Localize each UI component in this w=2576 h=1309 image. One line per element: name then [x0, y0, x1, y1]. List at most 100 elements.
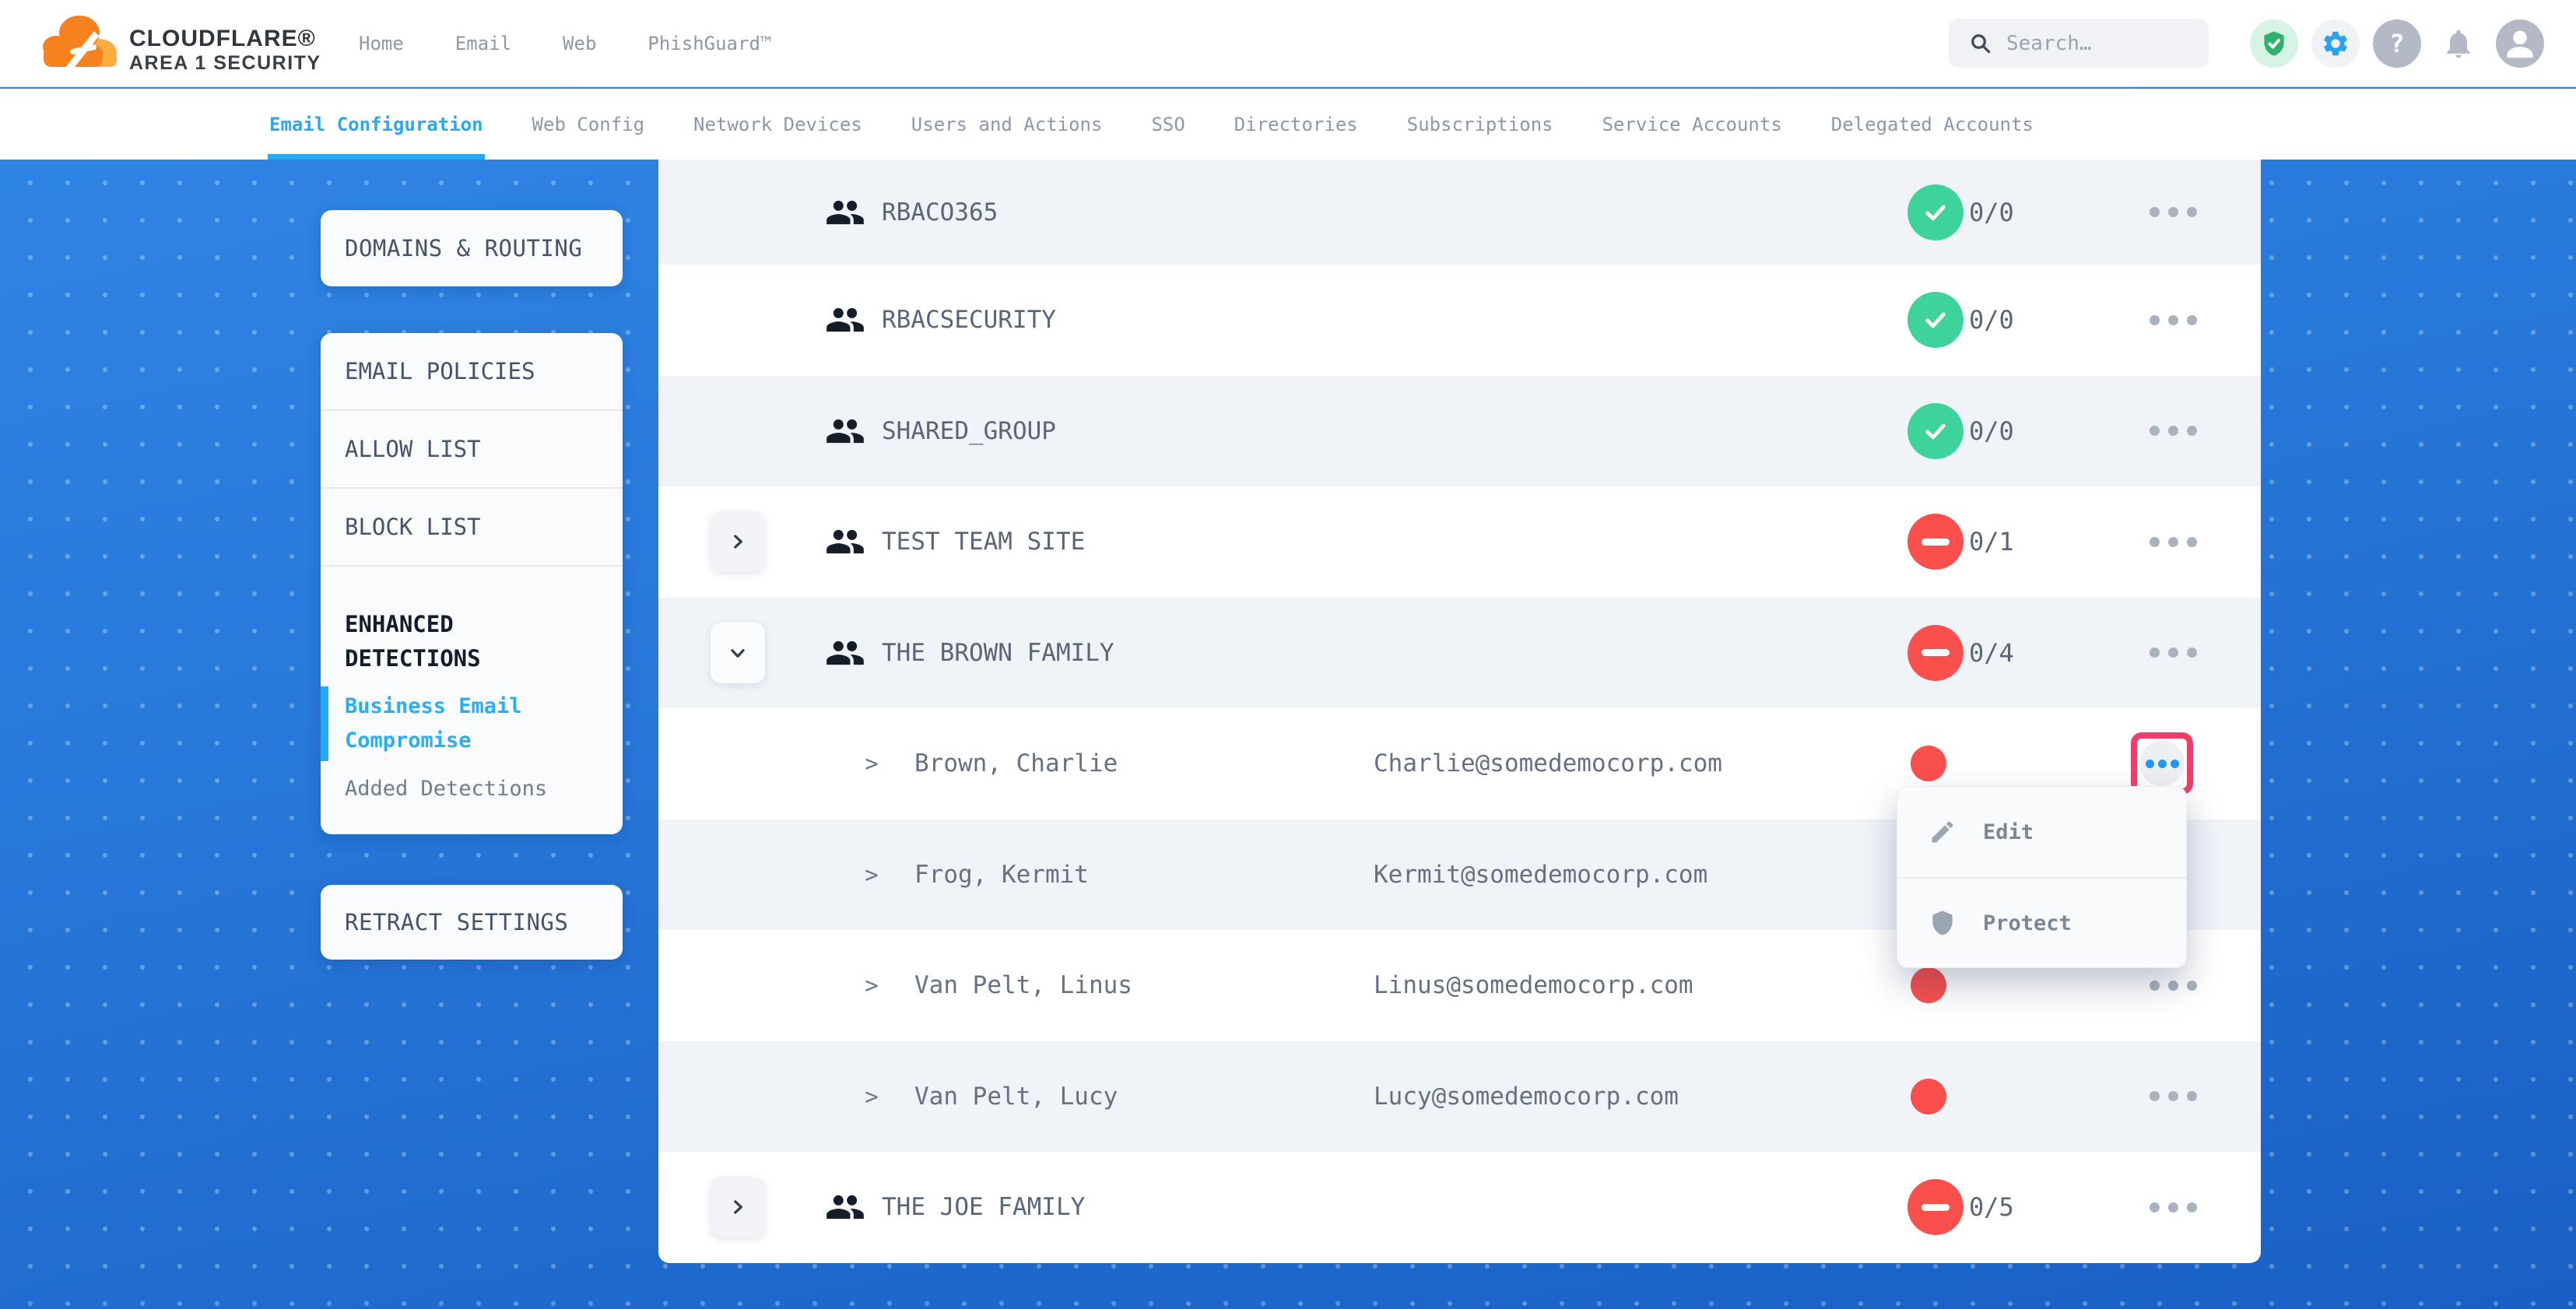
- member-name: Van Pelt, Lucy: [914, 1083, 1118, 1111]
- tab-web-config[interactable]: Web Config: [532, 89, 645, 160]
- group-people-icon: [825, 633, 865, 673]
- nav-home[interactable]: Home: [359, 33, 404, 54]
- tab-directories[interactable]: Directories: [1234, 89, 1358, 160]
- status-badge-blocked: [1907, 514, 1964, 570]
- status-badge-blocked: [1907, 1179, 1964, 1235]
- table-row-group-test-team-site[interactable]: TEST TEAM SITE 0/1: [658, 486, 2261, 598]
- member-caret-icon: >: [855, 1083, 889, 1110]
- sidebar-item-email-policies[interactable]: EMAIL POLICIES: [321, 333, 623, 411]
- sidebar-item-retract-settings[interactable]: RETRACT SETTINGS: [321, 909, 568, 935]
- settings-gear-icon[interactable]: [2311, 19, 2360, 68]
- sidebar-section-enhanced-detections: ENHANCED DETECTIONS Business Email Compr…: [321, 567, 623, 834]
- brand-subtitle: AREA 1 SECURITY: [129, 51, 321, 75]
- group-name: SHARED_GROUP: [882, 417, 1056, 445]
- primary-nav: Home Email Web PhishGuard™: [359, 0, 771, 87]
- expand-row-button[interactable]: [711, 511, 765, 572]
- header-icon-row: ?: [2250, 0, 2544, 87]
- chevron-right-icon: [728, 532, 748, 552]
- row-menu-button[interactable]: [2136, 189, 2210, 236]
- account-avatar-icon[interactable]: [2496, 19, 2544, 68]
- flagged-dot: [1911, 1079, 1946, 1114]
- group-people-icon: [825, 1187, 865, 1227]
- cloudflare-cloud-icon: [39, 6, 121, 81]
- tab-users-and-actions[interactable]: Users and Actions: [911, 89, 1103, 160]
- member-caret-icon: >: [855, 750, 889, 777]
- menu-item-edit[interactable]: Edit: [1897, 787, 2186, 877]
- tab-service-accounts[interactable]: Service Accounts: [1602, 89, 1782, 160]
- group-name: RBACO365: [882, 198, 998, 226]
- group-name: THE BROWN FAMILY: [882, 639, 1114, 667]
- search-input[interactable]: [2006, 32, 2178, 55]
- status-badge-protected: [1907, 184, 1964, 240]
- sidebar-item-block-list[interactable]: BLOCK LIST: [321, 489, 623, 567]
- sidebar-item-added-detections[interactable]: Added Detections: [345, 775, 599, 803]
- tab-email-configuration[interactable]: Email Configuration: [269, 89, 483, 160]
- collapse-row-button[interactable]: [711, 623, 765, 683]
- row-menu-button[interactable]: [2136, 1073, 2210, 1120]
- table-row-group-shared-group[interactable]: SHARED_GROUP 0/0: [658, 376, 2261, 487]
- group-name: RBACSECURITY: [882, 306, 1056, 334]
- row-menu-button[interactable]: [2136, 1184, 2210, 1230]
- nav-email[interactable]: Email: [455, 33, 511, 54]
- protection-count: 0/1: [1969, 527, 2014, 556]
- table-row-group-the-brown-family[interactable]: THE BROWN FAMILY 0/4: [658, 598, 2261, 709]
- member-caret-icon: >: [855, 972, 889, 998]
- sidebar-item-allow-list[interactable]: ALLOW LIST: [321, 411, 623, 489]
- group-people-icon: [825, 192, 865, 233]
- row-menu-button[interactable]: [2136, 630, 2210, 676]
- shield-check-icon[interactable]: [2250, 19, 2298, 68]
- nav-phishguard[interactable]: PhishGuard™: [648, 33, 771, 54]
- member-name: Van Pelt, Linus: [914, 971, 1132, 999]
- table-row-group-the-joe-family[interactable]: THE JOE FAMILY 0/5: [658, 1152, 2261, 1263]
- secondary-nav: Email Configuration Web Config Network D…: [0, 89, 2576, 160]
- status-badge-blocked: [1907, 625, 1964, 681]
- help-icon[interactable]: ?: [2373, 19, 2421, 68]
- status-badge-protected: [1907, 292, 1964, 348]
- tab-network-devices[interactable]: Network Devices: [693, 89, 862, 160]
- more-options-icon: [2139, 741, 2185, 786]
- top-header: CLOUDFLARE® AREA 1 SECURITY Home Email W…: [0, 0, 2576, 87]
- sidebar-card-domains-routing[interactable]: DOMAINS & ROUTING: [321, 210, 623, 286]
- menu-item-protect[interactable]: Protect: [1897, 877, 2186, 967]
- member-email: Charlie@somedemocorp.com: [1374, 749, 1722, 777]
- group-people-icon: [825, 300, 865, 340]
- member-name: Frog, Kermit: [914, 861, 1089, 889]
- table-row-member-van-pelt-lucy[interactable]: > Van Pelt, Lucy Lucy@somedemocorp.com: [658, 1041, 2261, 1153]
- group-name: THE JOE FAMILY: [882, 1193, 1085, 1221]
- table-row-group-rbacsecurity[interactable]: RBACSECURITY 0/0: [658, 265, 2261, 376]
- sidebar-card-email-policies: EMAIL POLICIES ALLOW LIST BLOCK LIST ENH…: [321, 333, 623, 834]
- pencil-icon: [1928, 818, 1957, 846]
- table-row-group-rbaco365[interactable]: RBACO365 0/0: [658, 160, 2261, 265]
- expand-row-button[interactable]: [711, 1177, 765, 1237]
- directory-table: RBACO365 0/0 RBACSECURITY 0/0 SHARED_G: [658, 160, 2261, 1263]
- status-badge-protected: [1907, 403, 1964, 459]
- sidebar-item-business-email-compromise[interactable]: Business Email Compromise: [345, 690, 599, 758]
- active-item-accent-bar: [321, 686, 328, 761]
- protection-count: 0/0: [1969, 416, 2014, 446]
- chevron-down-icon: [728, 643, 748, 663]
- notifications-bell-icon[interactable]: [2434, 19, 2483, 68]
- page-background: CLOUDFLARE® AREA 1 SECURITY Home Email W…: [0, 0, 2576, 1309]
- tab-sso[interactable]: SSO: [1151, 89, 1184, 160]
- sidebar-card-retract-settings[interactable]: RETRACT SETTINGS: [321, 885, 623, 960]
- row-menu-button[interactable]: [2136, 962, 2210, 1009]
- search-box[interactable]: [1949, 19, 2209, 68]
- row-menu-button[interactable]: [2136, 408, 2210, 454]
- member-email: Lucy@somedemocorp.com: [1374, 1083, 1679, 1111]
- protection-count: 0/5: [1969, 1192, 2014, 1222]
- search-icon: [1969, 32, 1992, 55]
- cloudflare-logo[interactable]: CLOUDFLARE® AREA 1 SECURITY: [39, 6, 321, 81]
- row-menu-button[interactable]: [2136, 518, 2210, 565]
- member-email: Linus@somedemocorp.com: [1374, 971, 1693, 999]
- nav-web[interactable]: Web: [563, 33, 596, 54]
- tab-delegated-accounts[interactable]: Delegated Accounts: [1831, 89, 2034, 160]
- row-menu-button[interactable]: [2136, 297, 2210, 343]
- sidebar-item-domains-routing[interactable]: DOMAINS & ROUTING: [321, 235, 582, 261]
- member-caret-icon: >: [855, 862, 889, 888]
- row-context-menu: Edit Protect: [1897, 786, 2187, 968]
- group-name: TEST TEAM SITE: [882, 528, 1085, 556]
- tab-subscriptions[interactable]: Subscriptions: [1407, 89, 1553, 160]
- group-people-icon: [825, 411, 865, 451]
- sidebar-item-enhanced-detections[interactable]: ENHANCED DETECTIONS: [345, 607, 599, 676]
- protection-count: 0/0: [1969, 305, 2014, 335]
